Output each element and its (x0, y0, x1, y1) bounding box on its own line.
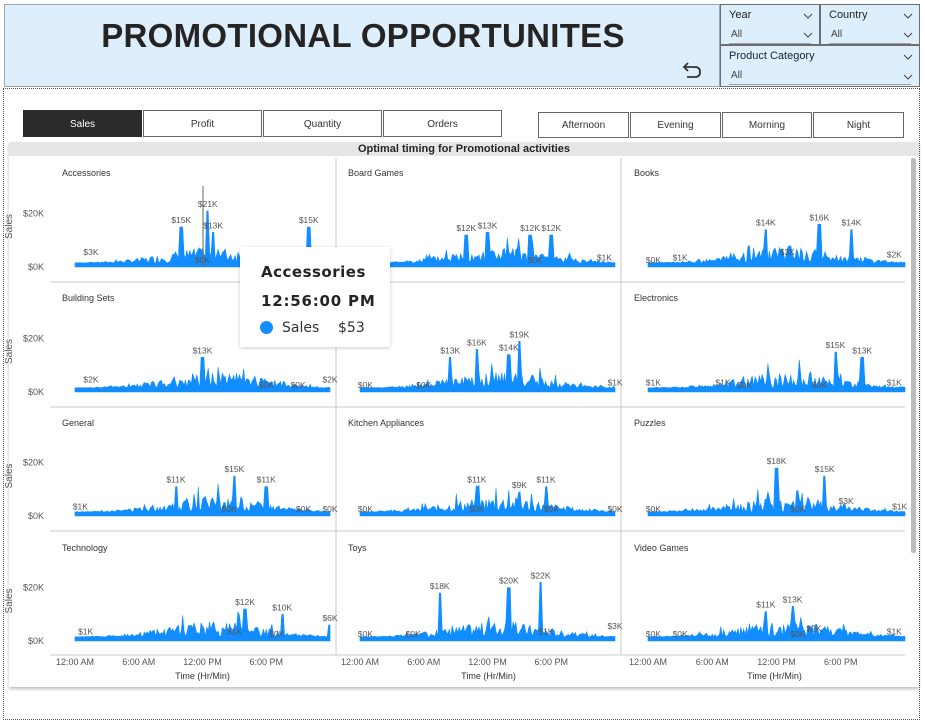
metric-button-sales[interactable]: Sales (23, 110, 142, 137)
year-slicer-label: Year (729, 9, 752, 21)
divider (729, 84, 911, 85)
product-category-slicer-label: Product Category (729, 50, 815, 62)
chevron-down-icon[interactable] (803, 32, 813, 38)
country-slicer-value[interactable]: All (831, 29, 842, 40)
undo-arrow-icon[interactable] (677, 57, 705, 85)
small-multiples-chart[interactable]: Optimal timing for Promotional activitie… (9, 142, 919, 687)
metric-button-profit[interactable]: Profit (143, 110, 262, 137)
tooltip-value: $53 (338, 320, 365, 336)
chevron-down-icon[interactable] (803, 13, 813, 19)
time-button-night[interactable]: Night (813, 112, 904, 138)
divider (729, 43, 811, 44)
chevron-down-icon[interactable] (903, 13, 913, 19)
page-title: PROMOTIONAL OPPORTUNITES (101, 17, 625, 54)
chart-title: Optimal timing for Promotional activitie… (9, 142, 919, 156)
product-category-slicer-value[interactable]: All (731, 70, 742, 81)
time-button-morning[interactable]: Morning (722, 112, 812, 138)
year-slicer[interactable]: Year All (720, 4, 820, 45)
tooltip-measure: Sales (282, 320, 320, 336)
tooltip-legend-dot (260, 321, 273, 334)
time-button-evening[interactable]: Evening (630, 112, 721, 138)
divider (829, 43, 911, 44)
tooltip-time: 12:56:00 PM (261, 292, 376, 310)
chevron-down-icon[interactable] (903, 32, 913, 38)
product-category-slicer[interactable]: Product Category All (720, 45, 920, 87)
report-header: PROMOTIONAL OPPORTUNITES (4, 4, 720, 87)
metric-button-quantity[interactable]: Quantity (263, 110, 382, 137)
metric-button-orders[interactable]: Orders (383, 110, 502, 137)
country-slicer[interactable]: Country All (820, 4, 920, 45)
country-slicer-label: Country (829, 9, 868, 21)
chart-tooltip: Accessories 12:56:00 PM Sales $53 (240, 247, 390, 347)
year-slicer-value[interactable]: All (731, 29, 742, 40)
chevron-down-icon[interactable] (903, 74, 913, 80)
chevron-down-icon[interactable] (903, 54, 913, 60)
tooltip-category: Accessories (261, 263, 366, 281)
time-button-afternoon[interactable]: Afternoon (538, 112, 629, 138)
chart-scrollbar[interactable] (911, 158, 916, 553)
